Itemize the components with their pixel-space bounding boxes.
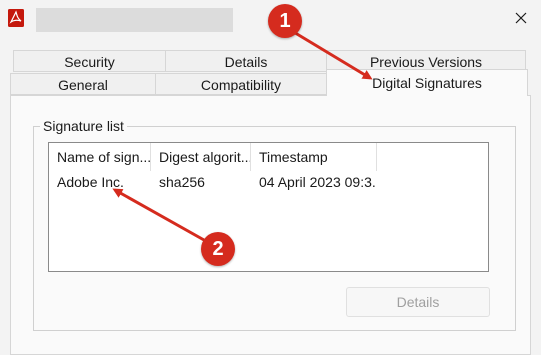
- annotation-arrow-1: [291, 29, 373, 80]
- annotation-badge-2: 2: [201, 232, 235, 266]
- annotation-arrow-2: [112, 188, 205, 242]
- annotation-arrows: [112, 29, 373, 242]
- annotation-badge-1: 1: [268, 4, 302, 38]
